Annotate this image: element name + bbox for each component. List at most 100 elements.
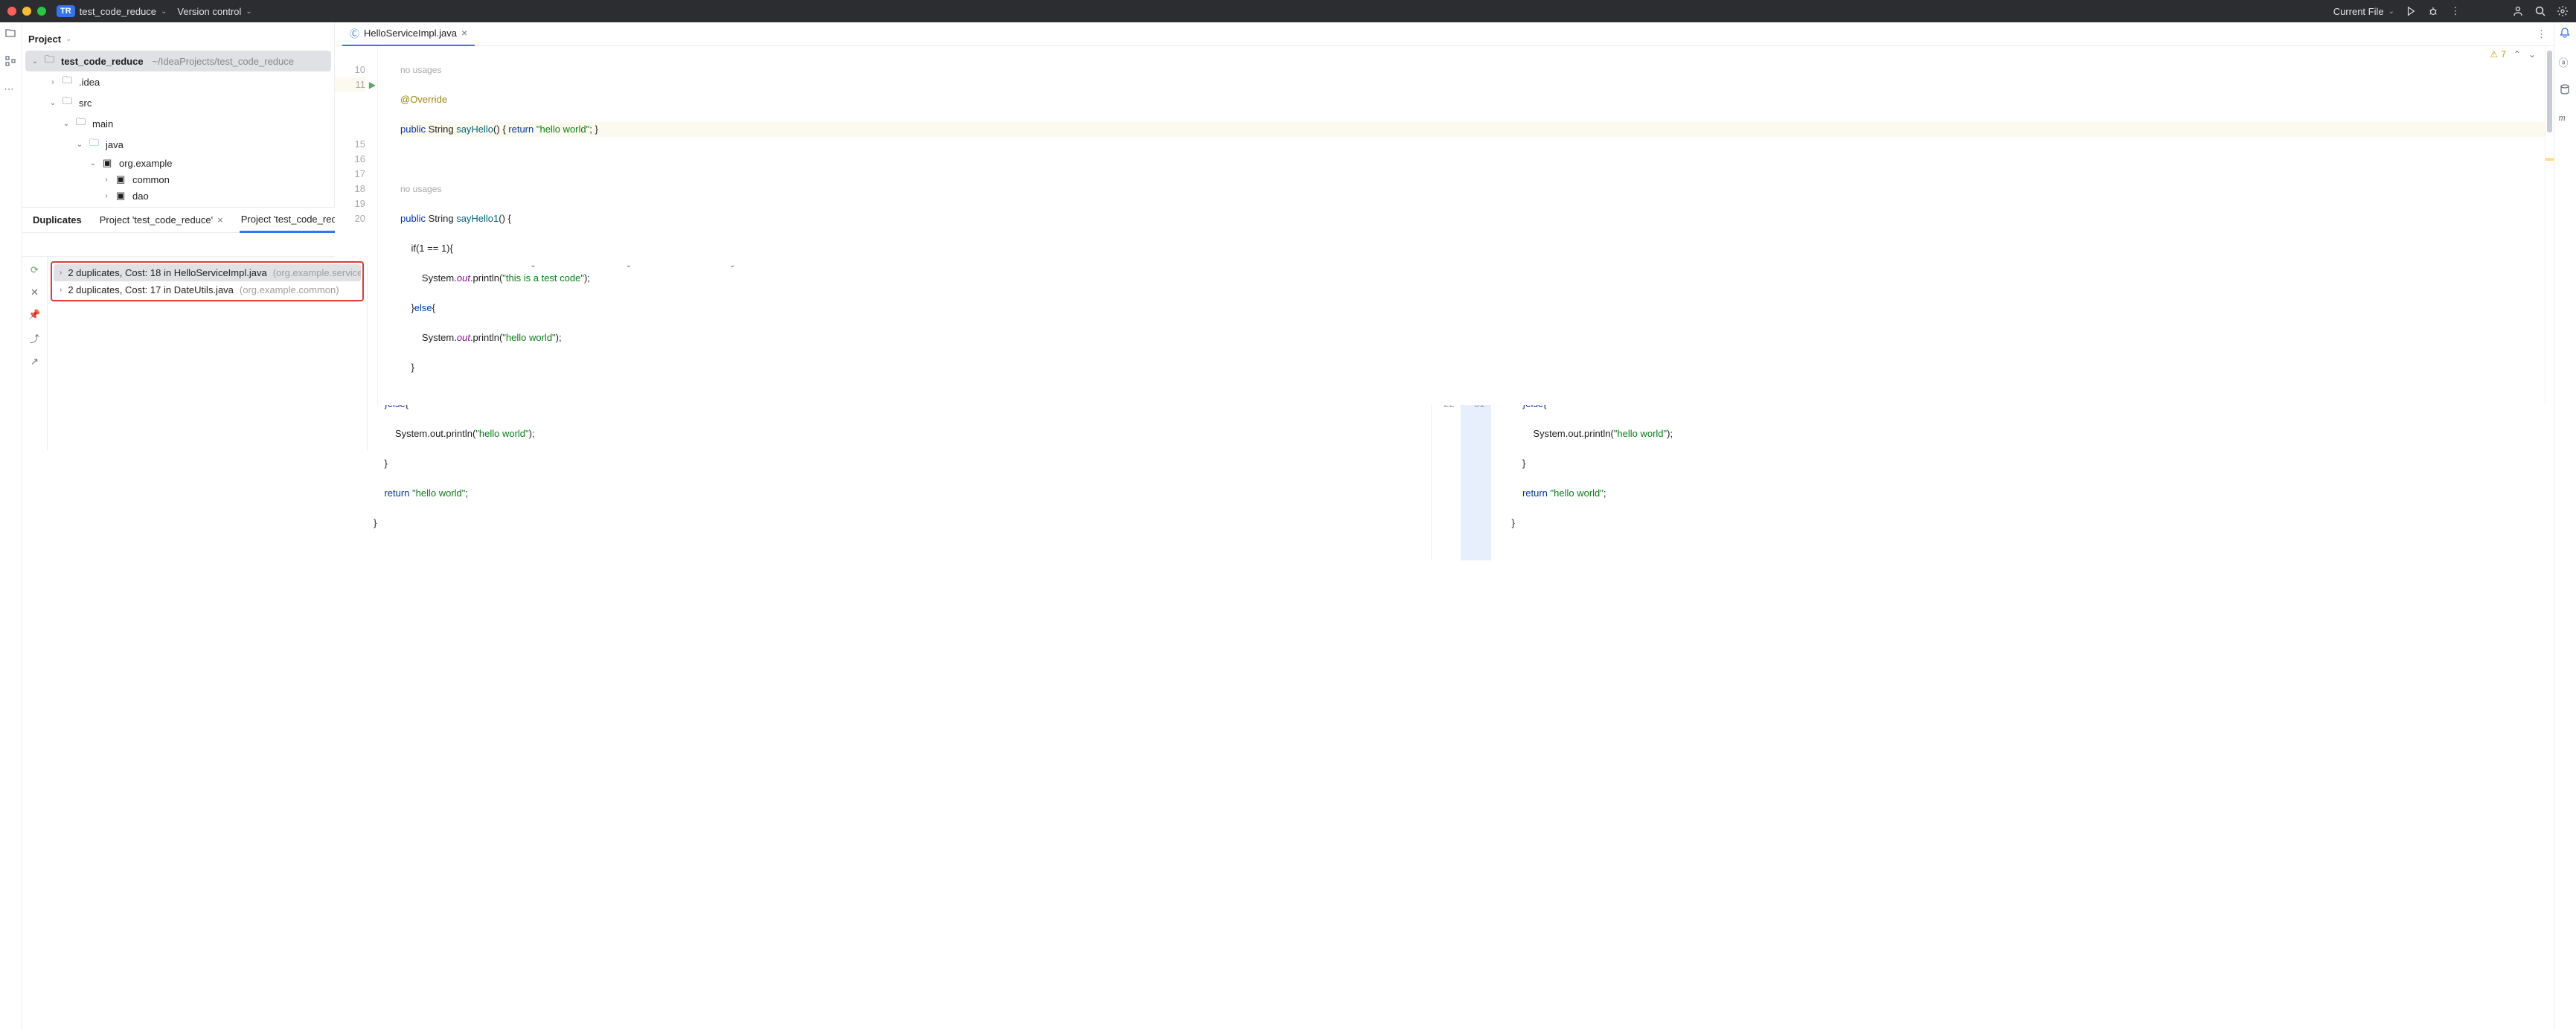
scrollbar-thumb[interactable] (2547, 51, 2552, 132)
tree-item-main[interactable]: ⌄ 🗀 main (25, 113, 331, 134)
tree-path: ~/IdeaProjects/test_code_reduce (153, 56, 294, 67)
inspection-badge[interactable]: ⚠ 7 ⌃ ⌄ (2490, 49, 2536, 60)
topbar: TR test_code_reduce ⌄ Version control ⌄ … (0, 0, 2576, 22)
project-panel-title: Project (28, 33, 61, 45)
folder-icon: 🗀 (63, 74, 74, 90)
expand-icon[interactable]: ⌄ (61, 120, 71, 128)
expand-icon[interactable]: › (60, 286, 62, 294)
tree-label: java (106, 139, 124, 150)
debug-icon[interactable] (2427, 5, 2439, 17)
inlay-hint: no usages (400, 65, 441, 75)
close-tab-icon[interactable]: × (461, 27, 467, 39)
project-badge: TR (57, 5, 75, 17)
package-icon: ▣ (103, 157, 115, 169)
class-icon: Ⓒ (350, 26, 359, 40)
settings-icon[interactable] (2557, 5, 2569, 17)
more-tools-icon[interactable]: ⋯ (4, 83, 18, 97)
minimize-window[interactable] (22, 7, 31, 16)
dup-label: 2 duplicates, Cost: 18 in HelloServiceIm… (68, 267, 266, 278)
close-window[interactable] (7, 7, 16, 16)
tree-item-dao[interactable]: › ▣ dao (25, 188, 331, 204)
editor-tab[interactable]: Ⓒ HelloServiceImpl.java × (342, 22, 475, 47)
expand-icon[interactable]: ⌄ (88, 159, 98, 167)
nav-down-icon[interactable]: ⌄ (2528, 49, 2536, 60)
package-icon: ▣ (116, 190, 128, 202)
expand-icon[interactable]: ⌄ (30, 57, 40, 65)
structure-tool-icon[interactable] (4, 55, 18, 68)
tree-label: dao (132, 191, 149, 202)
dup-package: (org.example.service.im (273, 267, 361, 278)
ai-icon[interactable]: ⓐ (2559, 55, 2572, 68)
close-icon[interactable]: ✕ (31, 287, 39, 298)
expand-icon[interactable]: › (101, 192, 112, 200)
editor-body[interactable]: 10 11 15 16 17 18 19 20 ▶ (335, 46, 2554, 405)
duplicates-list[interactable]: › 2 duplicates, Cost: 18 in HelloService… (48, 257, 368, 450)
project-tool-icon[interactable] (4, 27, 18, 40)
expand-icon[interactable]: › (48, 78, 58, 86)
folder-icon: 🗀 (45, 53, 57, 69)
code-area[interactable]: no usages @Override public String sayHel… (378, 46, 2545, 405)
expand-icon[interactable]: › (60, 269, 62, 277)
left-tool-stripe: ⋯ (0, 22, 22, 1030)
tree-item-common[interactable]: › ▣ common (25, 171, 331, 188)
project-selector[interactable]: TR test_code_reduce ⌄ (57, 5, 167, 17)
more-icon[interactable]: ⋮ (2450, 5, 2461, 17)
maven-icon[interactable]: m (2559, 112, 2572, 125)
duplicate-entry-1[interactable]: › 2 duplicates, Cost: 18 in HelloService… (54, 264, 361, 281)
dup-package: (org.example.common) (240, 284, 339, 295)
project-tree[interactable]: Project ⌄ ⌄ 🗀 test_code_reduce ~/IdeaPro… (22, 22, 335, 207)
expand-icon[interactable]: ⌄ (48, 99, 58, 107)
folder-icon: 🗀 (63, 95, 74, 111)
tree-item-java[interactable]: ⌄ 🗀 java (25, 134, 331, 155)
maximize-window[interactable] (37, 7, 46, 16)
pin-icon[interactable]: 📌 (28, 309, 40, 321)
search-icon[interactable] (2534, 5, 2546, 17)
expand-icon[interactable]: ⌄ (74, 141, 85, 149)
folder-icon: 🗀 (76, 115, 88, 132)
duplicates-title: Duplicates (31, 208, 83, 231)
run-config-selector[interactable]: Current File ⌄ (2333, 6, 2394, 17)
tree-label: main (92, 118, 113, 129)
tree-item-src[interactable]: ⌄🗀src (25, 92, 331, 113)
tree-item-pkg[interactable]: ⌄ ▣ org.example (25, 155, 331, 171)
tree-label: common (132, 174, 170, 185)
tree-root[interactable]: ⌄ 🗀 test_code_reduce ~/IdeaProjects/test… (25, 51, 331, 71)
duplicates-toolbar: ⟳ ✕ 📌 ⤴ ↗ (22, 257, 48, 450)
tab-menu-icon[interactable]: ⋮ (2537, 28, 2546, 40)
database-icon[interactable] (2559, 83, 2572, 97)
window-controls (7, 7, 46, 16)
editor-scrollbar[interactable] (2545, 46, 2554, 405)
duplicate-entry-2[interactable]: › 2 duplicates, Cost: 17 in DateUtils.ja… (54, 281, 361, 298)
run-config-label: Current File (2333, 6, 2384, 17)
chevron-down-icon[interactable]: ⌄ (65, 35, 71, 43)
version-control-menu[interactable]: Version control ⌄ (177, 6, 251, 17)
vc-label: Version control (177, 6, 241, 17)
tab-filename: HelloServiceImpl.java (364, 28, 457, 39)
project-panel-header: Project ⌄ (25, 27, 331, 51)
warning-marker[interactable] (2545, 158, 2554, 161)
dup-label: 2 duplicates, Cost: 17 in DateUtils.java (68, 284, 234, 295)
duplicates-tab-1[interactable]: Project 'test_code_reduce'× (98, 208, 225, 231)
inlay-hint: no usages (400, 184, 441, 194)
tree-item-idea[interactable]: › 🗀 .idea (25, 71, 331, 92)
warning-icon: ⚠ (2490, 49, 2498, 60)
tree-label: .idea (79, 77, 100, 88)
right-tool-stripe: ⓐ m (2554, 22, 2576, 1030)
close-icon[interactable]: × (217, 214, 223, 225)
nav-up-icon[interactable]: ⌃ (2513, 49, 2521, 60)
tree-label: org.example (119, 158, 173, 169)
open-icon[interactable]: ↗ (31, 356, 39, 368)
chevron-down-icon: ⌄ (161, 7, 167, 16)
run-gutter-icon[interactable]: ▶ (369, 77, 376, 92)
package-icon: ▣ (116, 173, 128, 185)
notifications-icon[interactable] (2559, 27, 2572, 40)
rerun-icon[interactable]: ⟳ (31, 264, 39, 276)
chevron-down-icon: ⌄ (2388, 7, 2394, 16)
code-with-me-icon[interactable] (2512, 5, 2524, 17)
project-name: test_code_reduce (80, 6, 156, 17)
editor-tabs: Ⓒ HelloServiceImpl.java × ⋮ (335, 22, 2554, 46)
run-icon[interactable] (2405, 5, 2417, 17)
source-folder-icon: 🗀 (89, 136, 101, 153)
expand-icon[interactable]: › (101, 176, 112, 184)
export-icon[interactable]: ⤴ (30, 331, 39, 345)
